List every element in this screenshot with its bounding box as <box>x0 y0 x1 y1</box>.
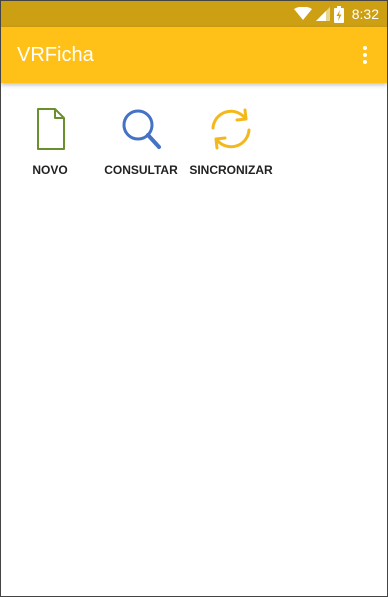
sincronizar-button[interactable]: SINCRONIZAR <box>186 101 276 187</box>
status-time: 8:32 <box>351 6 379 22</box>
novo-label: NOVO <box>32 163 68 177</box>
app-title: VRFicha <box>17 44 94 66</box>
overflow-menu-button[interactable] <box>353 41 377 69</box>
cell-signal-icon <box>315 7 330 21</box>
sync-icon <box>207 105 255 153</box>
app-screen: 8:32 VRFicha NOVO CONSULTAR SINCRONIZAR <box>0 0 388 597</box>
consultar-label: CONSULTAR <box>104 163 178 177</box>
actions-grid: NOVO CONSULTAR SINCRONIZAR <box>1 101 387 191</box>
overflow-menu-dot <box>363 60 367 64</box>
sincronizar-label: SINCRONIZAR <box>189 163 273 177</box>
search-icon <box>117 105 165 153</box>
app-bar: VRFicha <box>1 27 387 83</box>
wifi-icon <box>293 7 312 21</box>
novo-button[interactable]: NOVO <box>5 101 95 187</box>
new-document-icon <box>26 105 74 153</box>
battery-charging-icon <box>333 5 344 23</box>
overflow-menu-icon <box>363 46 367 50</box>
status-bar: 8:32 <box>1 1 387 27</box>
overflow-menu-dot <box>363 53 367 57</box>
consultar-button[interactable]: CONSULTAR <box>96 101 186 187</box>
status-icons: 8:32 <box>293 1 379 27</box>
